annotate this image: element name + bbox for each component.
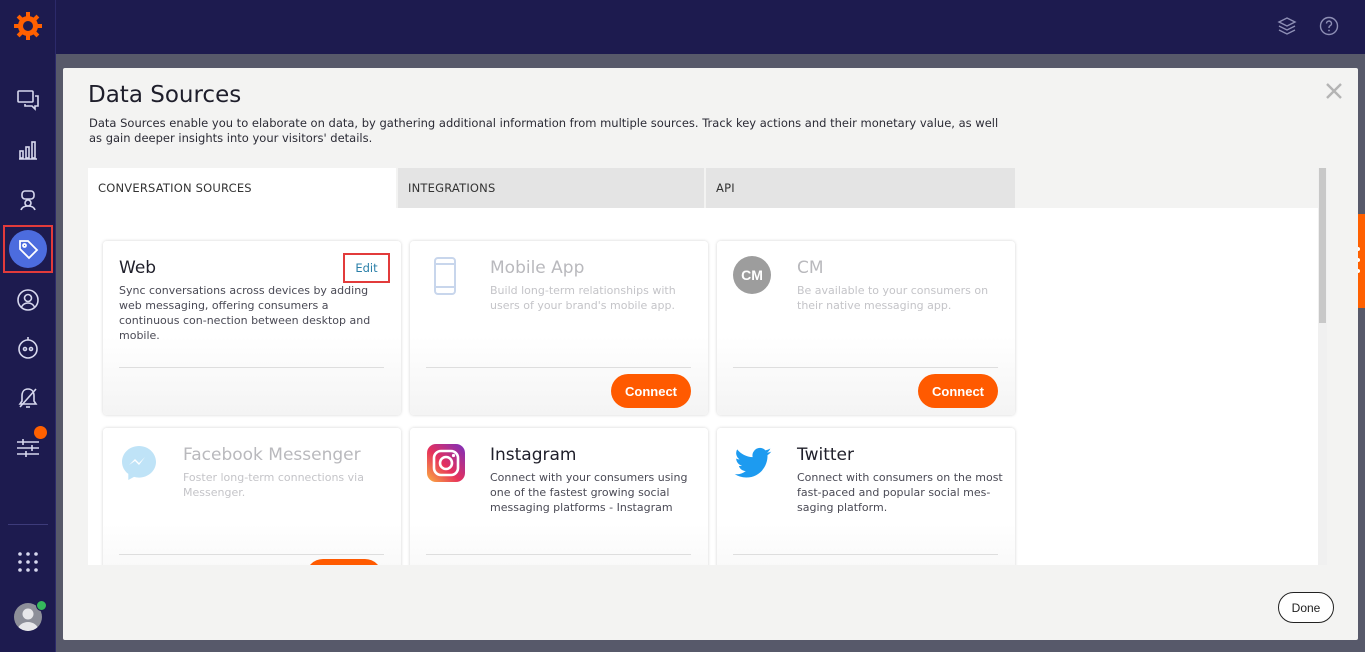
- mobile-phone-icon: [426, 256, 466, 296]
- agent-icon: [20, 190, 36, 211]
- card-description: Sync conversations across devices by add…: [119, 284, 371, 342]
- sidebar-item-conversations[interactable]: [6, 78, 50, 122]
- tab-integrations[interactable]: INTEGRATIONS: [398, 168, 704, 208]
- automation-icon: [18, 388, 38, 408]
- card-cm[interactable]: CM CM Be available to your consumers on …: [717, 241, 1015, 415]
- card-instagram[interactable]: Instagram Connect with your consumers us…: [410, 428, 708, 565]
- sidebar-item-tags[interactable]: [3, 225, 53, 273]
- sidebar-item-analytics[interactable]: [6, 128, 50, 172]
- card-divider: [119, 554, 384, 555]
- settings-sliders-icon: [17, 439, 39, 457]
- card-title: Instagram: [490, 445, 577, 465]
- card-title: Facebook Messenger: [183, 445, 361, 465]
- connect-button-partial[interactable]: [306, 559, 382, 565]
- sidebar-item-apps[interactable]: [6, 540, 50, 584]
- conversation-sources-panel: Web Sync conversations across devices by…: [88, 208, 1318, 565]
- tag-icon: [19, 240, 39, 260]
- instagram-icon: [426, 443, 466, 483]
- card-description: Connect with consumers on the most fast-…: [797, 471, 1003, 514]
- card-divider: [733, 554, 998, 555]
- top-bar: [56, 0, 1365, 54]
- analytics-icon: [19, 141, 37, 160]
- card-divider: [426, 554, 691, 555]
- card-divider: [426, 367, 691, 368]
- connect-button[interactable]: Connect: [918, 374, 998, 408]
- card-web[interactable]: Web Sync conversations across devices by…: [103, 241, 401, 415]
- card-twitter[interactable]: Twitter Connect with consumers on the mo…: [717, 428, 1015, 565]
- card-description: Connect with your consumers using one of…: [490, 471, 688, 514]
- page-description: Data Sources enable you to elaborate on …: [89, 116, 999, 145]
- sidebar-item-agent[interactable]: [6, 178, 50, 222]
- twitter-icon: [733, 443, 773, 483]
- card-description: Foster long-term connections via Messeng…: [183, 471, 364, 499]
- sidebar: [0, 0, 56, 652]
- scrollbar-thumb[interactable]: [1319, 168, 1326, 323]
- card-mobile-app[interactable]: Mobile App Build long-term relationships…: [410, 241, 708, 415]
- notification-badge: [34, 426, 47, 439]
- sidebar-item-bots[interactable]: [6, 326, 50, 370]
- tab-conversation-sources[interactable]: CONVERSATION SOURCES: [88, 168, 396, 208]
- connect-button[interactable]: Connect: [611, 374, 691, 408]
- card-title: CM: [797, 258, 824, 278]
- page-title: Data Sources: [88, 82, 242, 108]
- tag-icon-bubble: [9, 230, 47, 268]
- card-divider: [119, 367, 384, 368]
- sidebar-item-users[interactable]: [6, 278, 50, 322]
- edit-button[interactable]: Edit: [343, 253, 390, 283]
- close-icon[interactable]: [1323, 80, 1345, 102]
- conversations-icon: [17, 90, 39, 111]
- online-status-icon: [36, 600, 47, 611]
- sidebar-item-automation[interactable]: [6, 376, 50, 420]
- tab-api[interactable]: API: [706, 168, 1015, 208]
- sidebar-divider: [8, 524, 48, 525]
- data-sources-modal: Data Sources Data Sources enable you to …: [63, 68, 1358, 640]
- bot-icon: [18, 337, 38, 359]
- card-description: Build long-term relationships with users…: [490, 284, 676, 312]
- help-icon[interactable]: [1318, 15, 1340, 37]
- card-title: Web: [119, 258, 157, 278]
- layers-icon[interactable]: [1276, 15, 1298, 37]
- card-title: Twitter: [797, 445, 854, 465]
- cm-logo-icon: CM: [733, 256, 773, 296]
- brand-logo-icon[interactable]: [12, 10, 44, 42]
- done-button[interactable]: Done: [1278, 592, 1334, 623]
- card-facebook-messenger[interactable]: Facebook Messenger Foster long-term conn…: [103, 428, 401, 565]
- card-title: Mobile App: [490, 258, 585, 278]
- cm-logo-text: CM: [733, 256, 771, 294]
- card-divider: [733, 367, 998, 368]
- messenger-icon: [119, 443, 159, 483]
- apps-grid-icon: [18, 552, 38, 572]
- user-icon: [17, 289, 39, 311]
- card-description: Be available to your consumers on their …: [797, 284, 989, 312]
